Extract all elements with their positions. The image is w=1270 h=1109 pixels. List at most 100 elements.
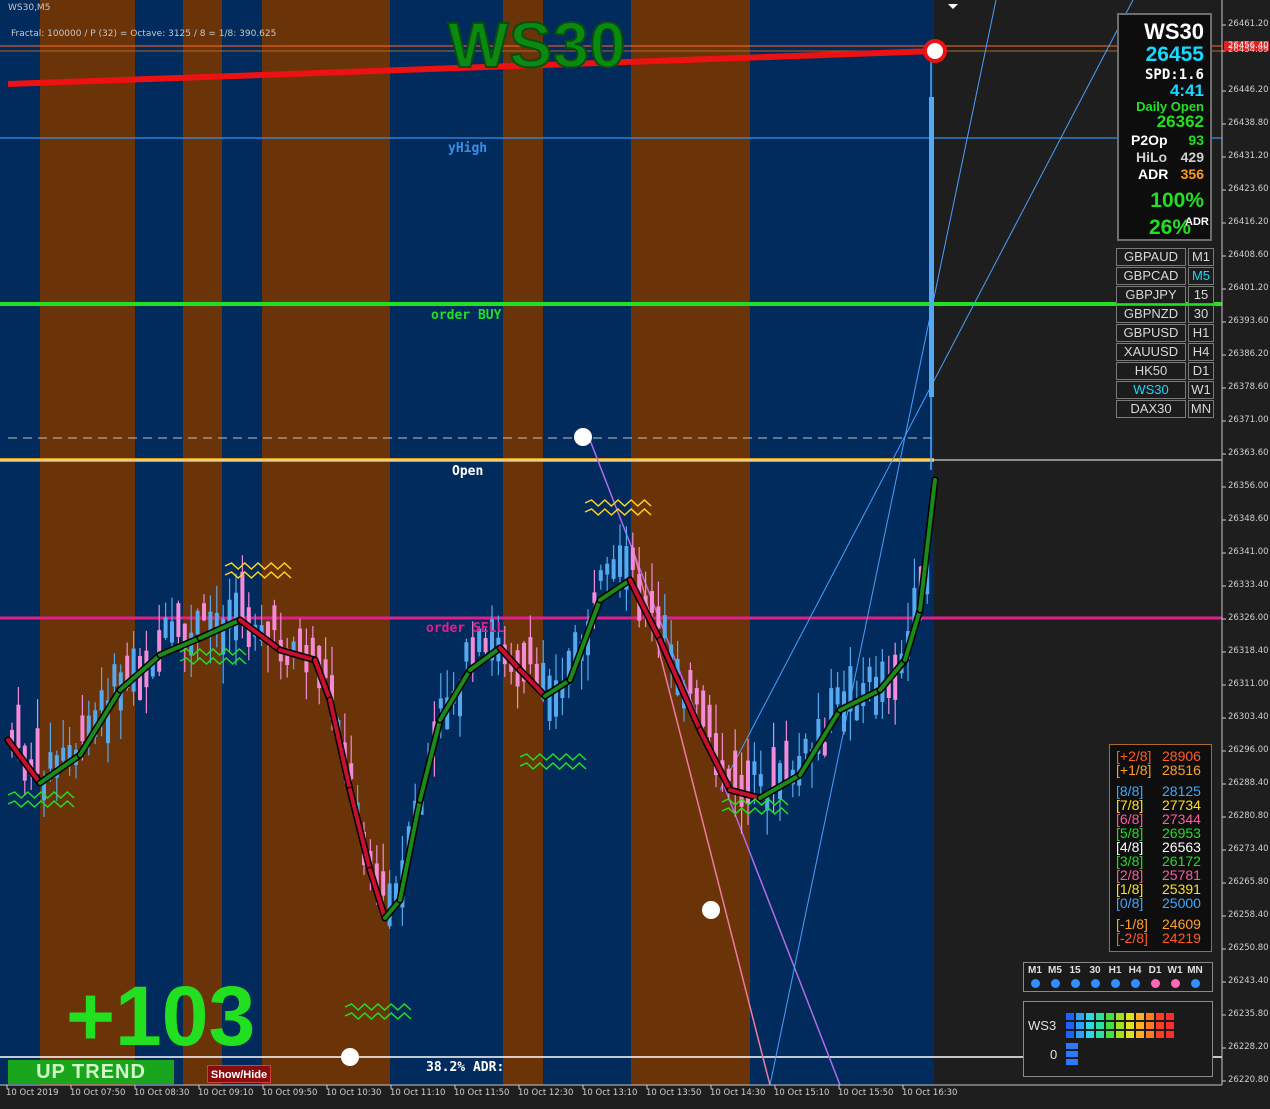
murrey-level-row: [-2/8] 24219 [1116,931,1201,945]
tf-strength-dot [1191,979,1200,988]
timeframe-strength-panel: M1 M5 15 30 H1 H4 D1 W1 MN [1023,962,1213,992]
strength-bar-cell [1156,1031,1164,1038]
price-tick-label: 26416.20 [1228,217,1269,227]
candle-body [195,610,200,635]
time-tick-label: 10 Oct 15:10 [774,1088,830,1098]
candle-body [310,637,315,657]
strength-bar-cell [1106,1031,1114,1038]
murrey-level-row: [7/8] 27734 [1116,798,1201,812]
order-buy-label: order BUY [431,308,502,323]
symbol-row: GBPJPY 15 [1116,286,1214,304]
time-tick-label: 10 Oct 11:10 [390,1088,446,1098]
swing-point-marker [341,1048,359,1066]
murrey-level-tag: [5/8] [1116,825,1144,841]
timeframe-button-mn[interactable]: MN [1188,400,1214,418]
candle-body [42,783,46,801]
candle-body [61,747,66,761]
price-tick-label: 26356.00 [1228,481,1269,491]
candle-body [707,704,712,738]
candle-body [483,638,488,653]
symbol-row: HK50 D1 [1116,362,1214,380]
murrey-level-tag: [-2/8] [1116,930,1148,946]
timeframe-button-m5[interactable]: M5 [1188,267,1214,285]
murrey-level-value: 25000 [1162,895,1201,911]
price-tick-label: 26273.40 [1228,844,1269,854]
adr-label: ADR [1138,166,1169,182]
symbol-button-gbpcad[interactable]: GBPCAD [1116,267,1186,285]
session-band [390,0,503,1085]
murrey-level-tag: [6/8] [1116,811,1144,827]
murrey-level-row: [3/8] 26172 [1116,854,1201,868]
timeframe-button-w1[interactable]: W1 [1188,381,1214,399]
time-tick-label: 10 Oct 11:50 [454,1088,510,1098]
symbol-button-gbpjpy[interactable]: GBPJPY [1116,286,1186,304]
price-tick-label: 26438.80 [1228,118,1269,128]
p2op-label: P2Op [1131,132,1168,148]
price-tick-label: 26393.60 [1228,316,1269,326]
tf-strength-label: H4 [1128,965,1142,976]
murrey-level-tag: [4/8] [1116,839,1144,855]
symbol-button-gbpnzd[interactable]: GBPNZD [1116,305,1186,323]
session-band [40,0,135,1085]
price-tick-label: 26280.80 [1228,811,1269,821]
candle-body [630,547,635,570]
time-tick-label: 10 Oct 15:50 [838,1088,894,1098]
strength-bar-cell [1116,1013,1124,1020]
symbol-button-gbpusd[interactable]: GBPUSD [1116,324,1186,342]
strength-bar-cell [1136,1031,1144,1038]
timeframe-button-15[interactable]: 15 [1188,286,1214,304]
candle-body [470,637,475,667]
adr-percent-2-suffix: ADR [1185,216,1209,228]
symbol-button-hk50[interactable]: HK50 [1116,362,1186,380]
time-tick-label: 10 Oct 13:10 [582,1088,638,1098]
candle-body [35,728,40,774]
strength-bar-cell [1086,1022,1094,1029]
murrey-level-tag: [-1/8] [1116,916,1148,932]
price-tick-label: 26235.80 [1228,1009,1269,1019]
timeframe-button-30[interactable]: 30 [1188,305,1214,323]
price-chart[interactable] [0,0,1270,1109]
show-hide-button[interactable]: Show/Hide [207,1065,271,1083]
murrey-level-row: [8/8] 28125 [1116,784,1201,798]
trend-indicator: UP TREND [8,1060,174,1084]
price-tick-label: 26318.40 [1228,646,1269,656]
tf-strength-dot [1171,979,1180,988]
candle-body [605,563,610,575]
murrey-level-row: [0/8] 25000 [1116,896,1201,910]
murrey-level-tag: [2/8] [1116,867,1144,883]
pip-score: +103 [66,969,256,1063]
timeframe-button-d1[interactable]: D1 [1188,362,1214,380]
price-tick-label: 26363.60 [1228,448,1269,458]
murrey-level-row: [-1/8] 24609 [1116,917,1201,931]
price-tick-label: 26431.20 [1228,151,1269,161]
symbol-button-ws30[interactable]: WS30 [1116,381,1186,399]
session-band [262,0,390,1085]
session-band [135,0,183,1085]
strength-bar-cell [1096,1031,1104,1038]
strength-low-bar [1066,1051,1078,1057]
candle-body [752,761,757,776]
timeframe-button-m1[interactable]: M1 [1188,248,1214,266]
tf-strength-dot [1131,979,1140,988]
swing-point-marker [702,901,720,919]
tf-strength-label: H1 [1108,965,1122,976]
session-band [503,0,543,1085]
timeframe-button-h4[interactable]: H4 [1188,343,1214,361]
candle-body [272,605,277,631]
strength-bar-cell [1136,1013,1144,1020]
symbol-button-xauusd[interactable]: XAUUSD [1116,343,1186,361]
strength-symbol: WS3 [1028,1018,1057,1033]
price-tick-label: 26408.60 [1228,250,1269,260]
tf-strength-dot [1091,979,1100,988]
session-band [631,0,750,1085]
candle-body [771,747,776,790]
adr-382-label: 38.2% ADR: [426,1060,505,1075]
candle-body [202,603,206,621]
strength-bar-cell [1156,1022,1164,1029]
yhigh-label: yHigh [448,141,488,156]
symbol-button-dax30[interactable]: DAX30 [1116,400,1186,418]
symbol-button-gbpaud[interactable]: GBPAUD [1116,248,1186,266]
timeframe-button-h1[interactable]: H1 [1188,324,1214,342]
price-tick-label: 26371.00 [1228,415,1269,425]
candle-body [701,690,706,727]
